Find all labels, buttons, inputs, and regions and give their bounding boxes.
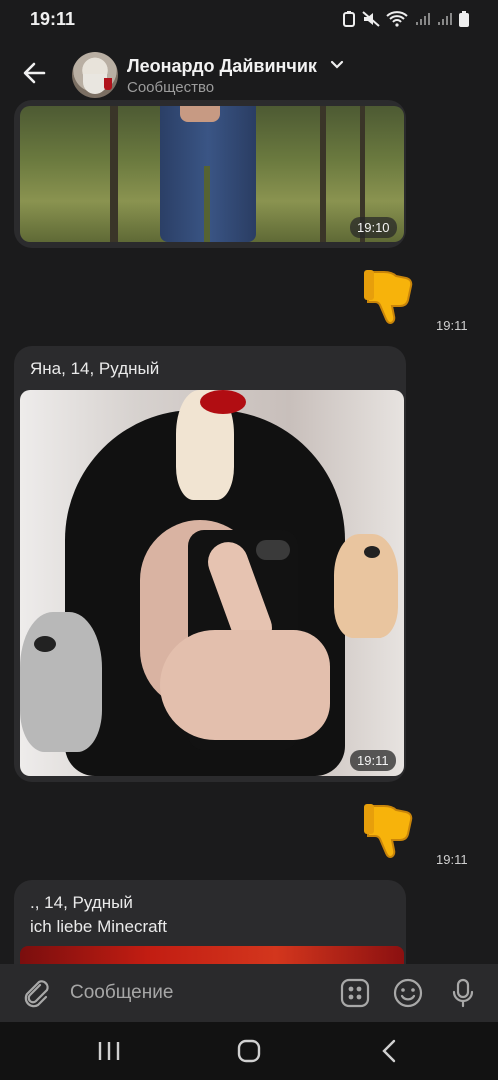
message-time: 19:11 <box>350 750 396 771</box>
emoji-icon[interactable] <box>391 976 425 1010</box>
chevron-down-icon[interactable] <box>330 58 344 72</box>
cat-sticker <box>20 612 102 752</box>
apps-icon[interactable] <box>338 976 372 1010</box>
chevron-left-icon <box>382 1039 396 1063</box>
mute-icon <box>362 11 380 32</box>
signal-2-icon <box>436 11 452 32</box>
thumbs-down-icon[interactable] <box>362 266 418 326</box>
arrow-left-icon <box>23 62 46 84</box>
message-input[interactable]: Сообщение <box>70 982 173 1004</box>
message-input-bar: Сообщение <box>0 964 498 1022</box>
avatar[interactable] <box>72 52 118 98</box>
message-caption-line-1: ., 14, Рудный <box>30 893 133 912</box>
recents-icon <box>98 1042 120 1060</box>
thumbs-down-icon[interactable] <box>362 800 418 860</box>
home-button[interactable] <box>236 1038 262 1069</box>
battery-saver-icon <box>342 11 356 32</box>
battery-icon <box>458 10 470 33</box>
signal-icon <box>414 11 430 32</box>
home-icon <box>237 1039 261 1063</box>
status-icons <box>342 10 470 33</box>
message-time: 19:10 <box>350 217 397 238</box>
message-caption-line-2: ich liebe Minecraft <box>30 917 168 936</box>
back-button[interactable] <box>18 56 52 90</box>
nav-back-button[interactable] <box>378 1038 400 1069</box>
message-time: 19:11 <box>436 852 468 867</box>
system-nav-bar <box>0 1022 498 1080</box>
chat-subtitle: Сообщество <box>127 79 215 96</box>
chat-title[interactable]: Леонардо Дайвинчик <box>127 56 317 77</box>
paperclip-icon[interactable] <box>18 976 52 1010</box>
photo-image[interactable] <box>20 106 404 242</box>
status-bar: 19:11 <box>0 0 498 40</box>
photo-image[interactable] <box>20 946 404 966</box>
microphone-icon[interactable] <box>446 976 480 1010</box>
message-caption: Яна, 14, Рудный <box>30 359 160 378</box>
wifi-icon <box>386 11 408 32</box>
recent-apps-button[interactable] <box>96 1039 122 1068</box>
message-time: 19:11 <box>436 318 468 333</box>
photo-image[interactable] <box>20 390 404 776</box>
status-time: 19:11 <box>30 9 76 29</box>
wine-glass-icon <box>104 78 112 90</box>
